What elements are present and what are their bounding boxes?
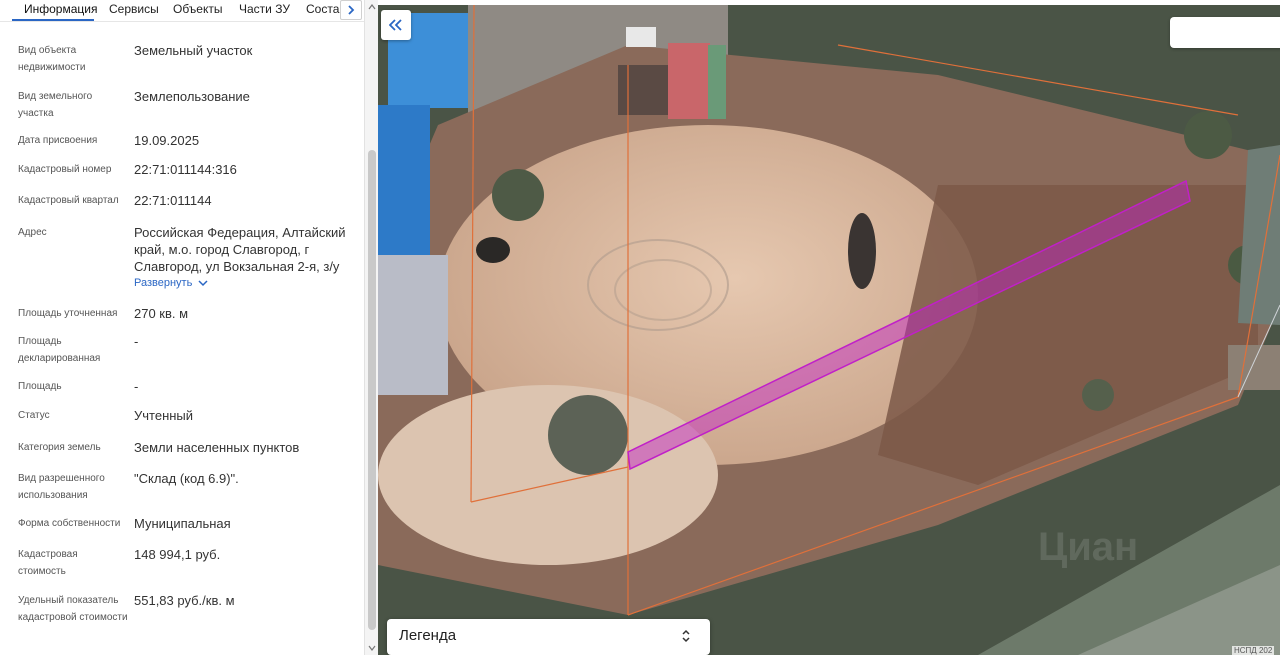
row-label: Категория земель <box>18 442 101 453</box>
row-value: 148 994,1 руб. <box>134 547 221 562</box>
row-value: Земли населенных пунктов <box>134 440 300 455</box>
row-label: Площадь декларированная <box>18 336 101 364</box>
row-label: Форма собственности <box>18 518 121 529</box>
map-view[interactable]: Циан Легенда НСПД 202 <box>378 5 1280 655</box>
map-attribution: НСПД 202 <box>1232 646 1275 655</box>
double-chevron-left-icon <box>389 19 402 31</box>
row-label: Площадь <box>18 381 62 392</box>
legend-label: Легенда <box>399 627 457 644</box>
row-label: Кадастровая стоимость <box>18 549 78 577</box>
legend-dropdown[interactable]: Легенда <box>387 619 710 655</box>
row-value: "Склад (код 6.9)". <box>134 471 239 486</box>
row-value: - <box>134 334 139 349</box>
row-label: Удельный показатель кадастровой стоимост… <box>18 595 128 623</box>
row-value: Муниципальная <box>134 516 231 531</box>
row-label: Кадастровый номер <box>18 164 112 175</box>
collapse-panel-button[interactable] <box>381 10 411 40</box>
chevron-down-icon <box>198 279 208 286</box>
row-value: - <box>134 379 139 394</box>
tab-information[interactable]: Информация <box>24 2 97 16</box>
row-value: 19.09.2025 <box>134 133 200 148</box>
row-label: Вид разрешенного использования <box>18 473 105 501</box>
row-label: Кадастровый квартал <box>18 195 119 206</box>
row-value: 551,83 руб./кв. м <box>134 593 235 608</box>
row-value: 22:71:011144:316 <box>134 162 237 177</box>
row-label: Дата присвоения <box>18 135 98 146</box>
row-value: Учтенный <box>134 408 194 423</box>
active-tab-indicator <box>12 19 94 21</box>
tab-scroll-right-button[interactable] <box>340 0 362 20</box>
row-label: Статус <box>18 410 50 421</box>
scroll-up-arrow-icon[interactable] <box>367 2 377 12</box>
row-label: Вид объекта недвижимости <box>18 45 86 73</box>
row-label: Площадь уточненная <box>18 308 118 319</box>
tab-land-parts[interactable]: Части ЗУ <box>239 2 290 16</box>
expand-label: Развернуть <box>134 277 193 289</box>
satellite-imagery: Циан <box>378 5 1280 655</box>
tab-objects[interactable]: Объекты <box>173 2 223 16</box>
tab-services[interactable]: Сервисы <box>109 2 159 16</box>
row-value: Земельный участок <box>134 43 253 58</box>
scrollbar-thumb[interactable] <box>368 150 376 630</box>
chevron-right-icon <box>348 5 355 15</box>
scroll-down-arrow-icon[interactable] <box>367 643 377 653</box>
map-search-box[interactable] <box>1170 17 1280 48</box>
row-label: Вид земельного участка <box>18 91 93 119</box>
row-value: 270 кв. м <box>134 306 189 321</box>
row-value: 22:71:011144 <box>134 193 212 208</box>
info-panel: Информация Сервисы Объекты Части ЗУ Сост… <box>0 0 378 655</box>
row-value: Землепользование <box>134 89 250 104</box>
panel-scrollbar[interactable] <box>364 0 378 655</box>
chevron-up-down-icon <box>682 629 690 643</box>
svg-text:Циан: Циан <box>1038 525 1138 569</box>
tab-bar: Информация Сервисы Объекты Части ЗУ Сост… <box>0 0 364 22</box>
expand-address-link[interactable]: Развернуть <box>134 277 208 289</box>
row-label: Адрес <box>18 227 47 238</box>
row-value: Российская Федерация, Алтайский край, м.… <box>134 225 346 274</box>
